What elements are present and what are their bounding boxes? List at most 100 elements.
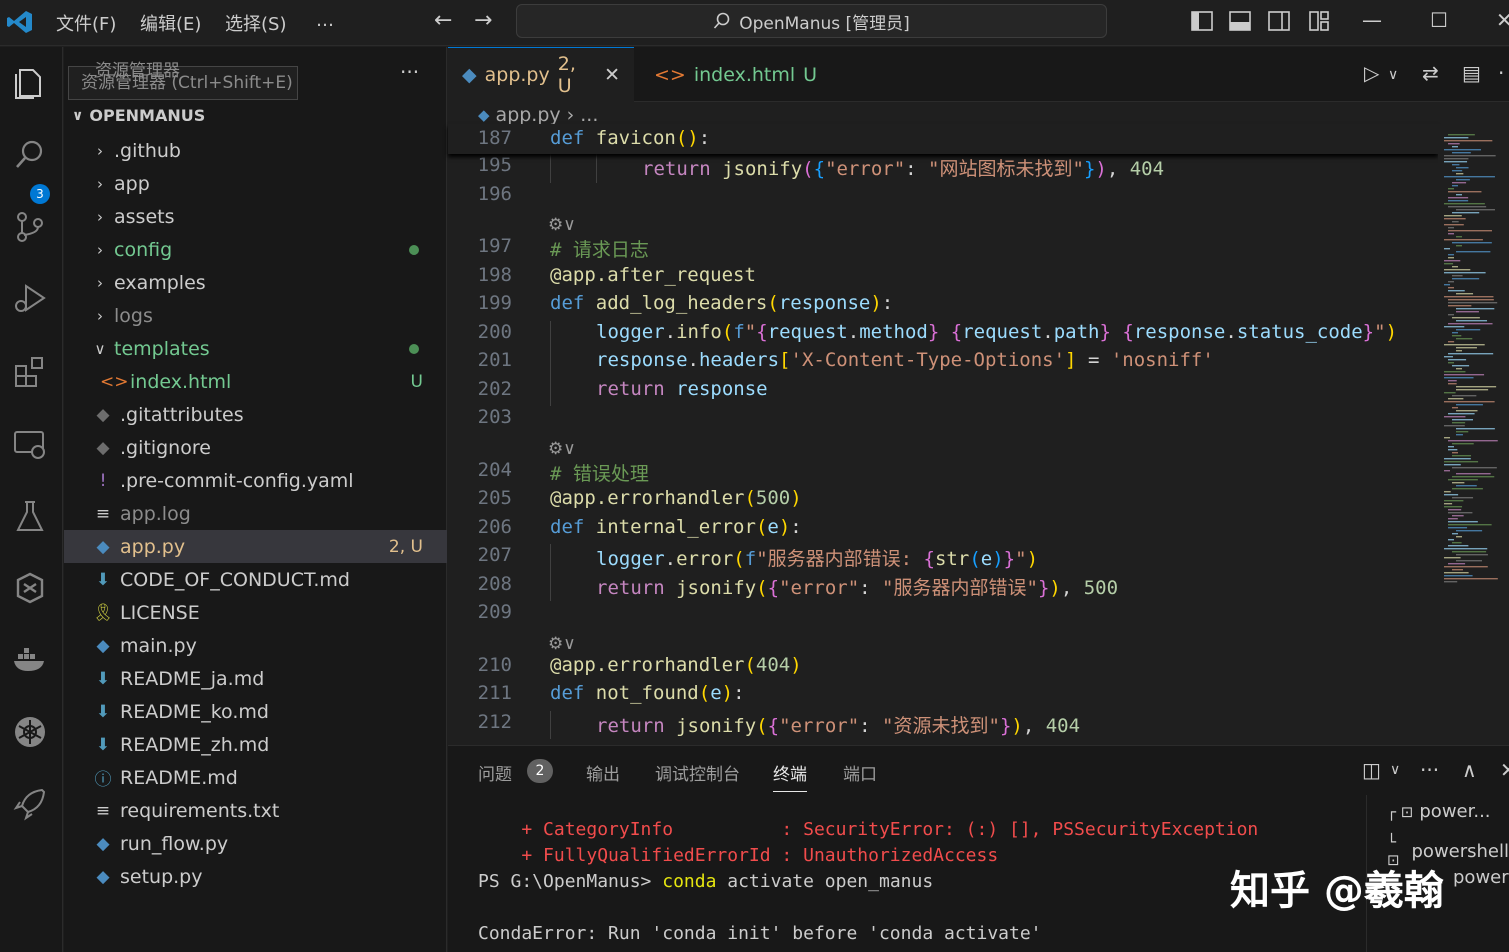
minimap-line <box>1444 296 1494 298</box>
sidebar-more-actions-icon[interactable]: ··· <box>400 60 419 84</box>
tab-index-html[interactable]: <> index.html U <box>640 47 830 102</box>
file-tree-item[interactable]: ◆ .gitignore <box>64 431 447 464</box>
menu-more[interactable]: … <box>316 10 334 31</box>
toggle-primary-sidebar-icon[interactable] <box>1190 9 1214 33</box>
file-tree-item[interactable]: › logs <box>64 299 447 332</box>
code-line: @app.errorhandler(404) <box>550 653 802 676</box>
indent-guide <box>550 349 551 378</box>
file-tree-label: README_ko.md <box>120 700 269 723</box>
file-tree-item[interactable]: 🎗 LICENSE <box>64 596 447 629</box>
back-arrow-icon[interactable]: ← <box>434 8 452 33</box>
menu-selection[interactable]: 选择(S) <box>225 10 286 36</box>
remote-explorer-icon[interactable] <box>8 422 52 466</box>
code-line: return response <box>596 377 768 400</box>
split-editor-icon[interactable]: ▤ <box>1462 61 1481 85</box>
minimap-line <box>1452 422 1466 424</box>
deploy-rocket-icon[interactable] <box>8 782 52 826</box>
minimap-line <box>1444 578 1498 580</box>
close-panel-icon[interactable]: ✕ <box>1500 758 1509 782</box>
minimap-line <box>1456 209 1495 211</box>
explorer-icon[interactable] <box>8 60 52 104</box>
file-tree-item[interactable]: ⬇ CODE_OF_CONDUCT.md <box>64 563 447 596</box>
minimap-line <box>1456 410 1478 412</box>
run-debug-icon[interactable] <box>8 276 52 320</box>
breadcrumb-file[interactable]: app.py <box>496 104 561 126</box>
breadcrumb-rest[interactable]: ... <box>580 104 598 126</box>
close-tab-icon[interactable]: ✕ <box>604 64 620 86</box>
file-tree-item[interactable]: › examples <box>64 266 447 299</box>
file-tree-item[interactable]: ◆ main.py <box>64 629 447 662</box>
file-tree-item[interactable]: ⬇ README_ko.md <box>64 695 447 728</box>
minimap-line <box>1452 365 1470 367</box>
extensions-icon[interactable] <box>8 348 52 392</box>
panel-tab-ports[interactable]: 端口 <box>843 760 877 785</box>
tab-app-py[interactable]: ◆ app.py 2, U ✕ <box>448 47 634 102</box>
file-tree-item[interactable]: ⓘ README.md <box>64 761 447 794</box>
sticky-scroll-header[interactable]: 187 def favicon(): <box>448 124 1438 154</box>
copilot-icon[interactable] <box>8 566 52 610</box>
menu-edit[interactable]: 编辑(E) <box>140 10 201 36</box>
minimap-line <box>1456 179 1470 181</box>
panel-tab-terminal[interactable]: 终端 <box>773 760 807 792</box>
file-tree-item[interactable]: › .github <box>64 134 447 167</box>
run-dropdown-chevron-icon[interactable]: ∨ <box>1388 67 1398 83</box>
customize-layout-icon[interactable] <box>1307 9 1331 33</box>
terminal-dropdown-chevron-icon[interactable]: ∨ <box>1390 762 1400 778</box>
run-file-icon[interactable]: ▷ <box>1364 61 1379 85</box>
search-view-icon[interactable] <box>8 132 52 176</box>
terminal-item[interactable]: powershell <box>1453 867 1509 888</box>
terminal-item[interactable]: ┌ ⊡ power... <box>1387 801 1491 822</box>
file-tree-item[interactable]: ⬇ README_zh.md <box>64 728 447 761</box>
source-control-icon[interactable] <box>8 205 52 249</box>
file-tree-item[interactable]: ≡ app.log <box>64 497 447 530</box>
minimap-line <box>1452 482 1465 484</box>
file-tree-item[interactable]: ◆ setup.py <box>64 860 447 893</box>
close-window-icon[interactable]: ✕ <box>1496 8 1509 32</box>
minimap-line <box>1456 530 1483 532</box>
editor-more-icon[interactable]: · <box>1498 61 1504 85</box>
minimap-line <box>1444 149 1481 151</box>
source-control-badge: 3 <box>30 184 50 204</box>
minimap-line <box>1456 350 1462 352</box>
tooltip-ghost-title: 资源管理器 <box>95 61 180 81</box>
panel-tab-problems[interactable]: 问题 <box>478 760 512 785</box>
minimap-line <box>1444 344 1485 346</box>
minimap-line <box>1444 506 1463 508</box>
copilot-codelens-icon[interactable]: ⚙∨ <box>548 439 576 459</box>
command-center-search[interactable]: OpenManus [管理员] <box>516 4 1107 38</box>
docker-icon[interactable] <box>8 638 52 682</box>
panel-more-icon[interactable]: ··· <box>1420 758 1439 782</box>
file-tree-item[interactable]: <> index.html U <box>64 365 447 398</box>
file-tree-item[interactable]: ◆ app.py 2, U <box>64 530 447 563</box>
file-tree-item[interactable]: › config <box>64 233 447 266</box>
file-tree-item[interactable]: › assets <box>64 200 447 233</box>
file-tree-item[interactable]: ∨ templates <box>64 332 447 365</box>
workspace-root[interactable]: ∨ OPENMANUS <box>72 106 205 125</box>
copilot-codelens-icon[interactable]: ⚙∨ <box>548 634 576 654</box>
panel-tab-output[interactable]: 输出 <box>586 760 620 785</box>
file-tree-item[interactable]: ◆ run_flow.py <box>64 827 447 860</box>
split-terminal-icon[interactable]: ◫ <box>1362 758 1381 782</box>
forward-arrow-icon[interactable]: → <box>474 8 492 33</box>
file-tree-item[interactable]: ◆ .gitattributes <box>64 398 447 431</box>
minimap-line <box>1444 437 1450 439</box>
file-tree-item[interactable]: ⬇ README_ja.md <box>64 662 447 695</box>
line-number: 207 <box>477 544 512 566</box>
file-tree-item[interactable]: › app <box>64 167 447 200</box>
compare-changes-icon[interactable]: ⇄ <box>1422 61 1439 85</box>
minimize-icon[interactable]: — <box>1362 8 1382 32</box>
testing-icon[interactable] <box>8 494 52 538</box>
maximize-panel-icon[interactable]: ∧ <box>1462 758 1477 782</box>
toggle-secondary-sidebar-icon[interactable] <box>1267 9 1291 33</box>
copilot-codelens-icon[interactable]: ⚙∨ <box>548 215 576 235</box>
file-tree-item[interactable]: ! .pre-commit-config.yaml <box>64 464 447 497</box>
file-tree-item[interactable]: ≡ requirements.txt <box>64 794 447 827</box>
kubernetes-icon[interactable] <box>8 710 52 754</box>
toggle-panel-icon[interactable] <box>1228 9 1252 33</box>
menu-file[interactable]: 文件(F) <box>56 10 116 36</box>
maximize-icon[interactable]: ☐ <box>1430 8 1448 32</box>
minimap-line <box>1452 266 1458 268</box>
minimap-line <box>1456 338 1473 340</box>
minimap[interactable] <box>1438 124 1509 744</box>
panel-tab-debug-console[interactable]: 调试控制台 <box>655 760 740 785</box>
